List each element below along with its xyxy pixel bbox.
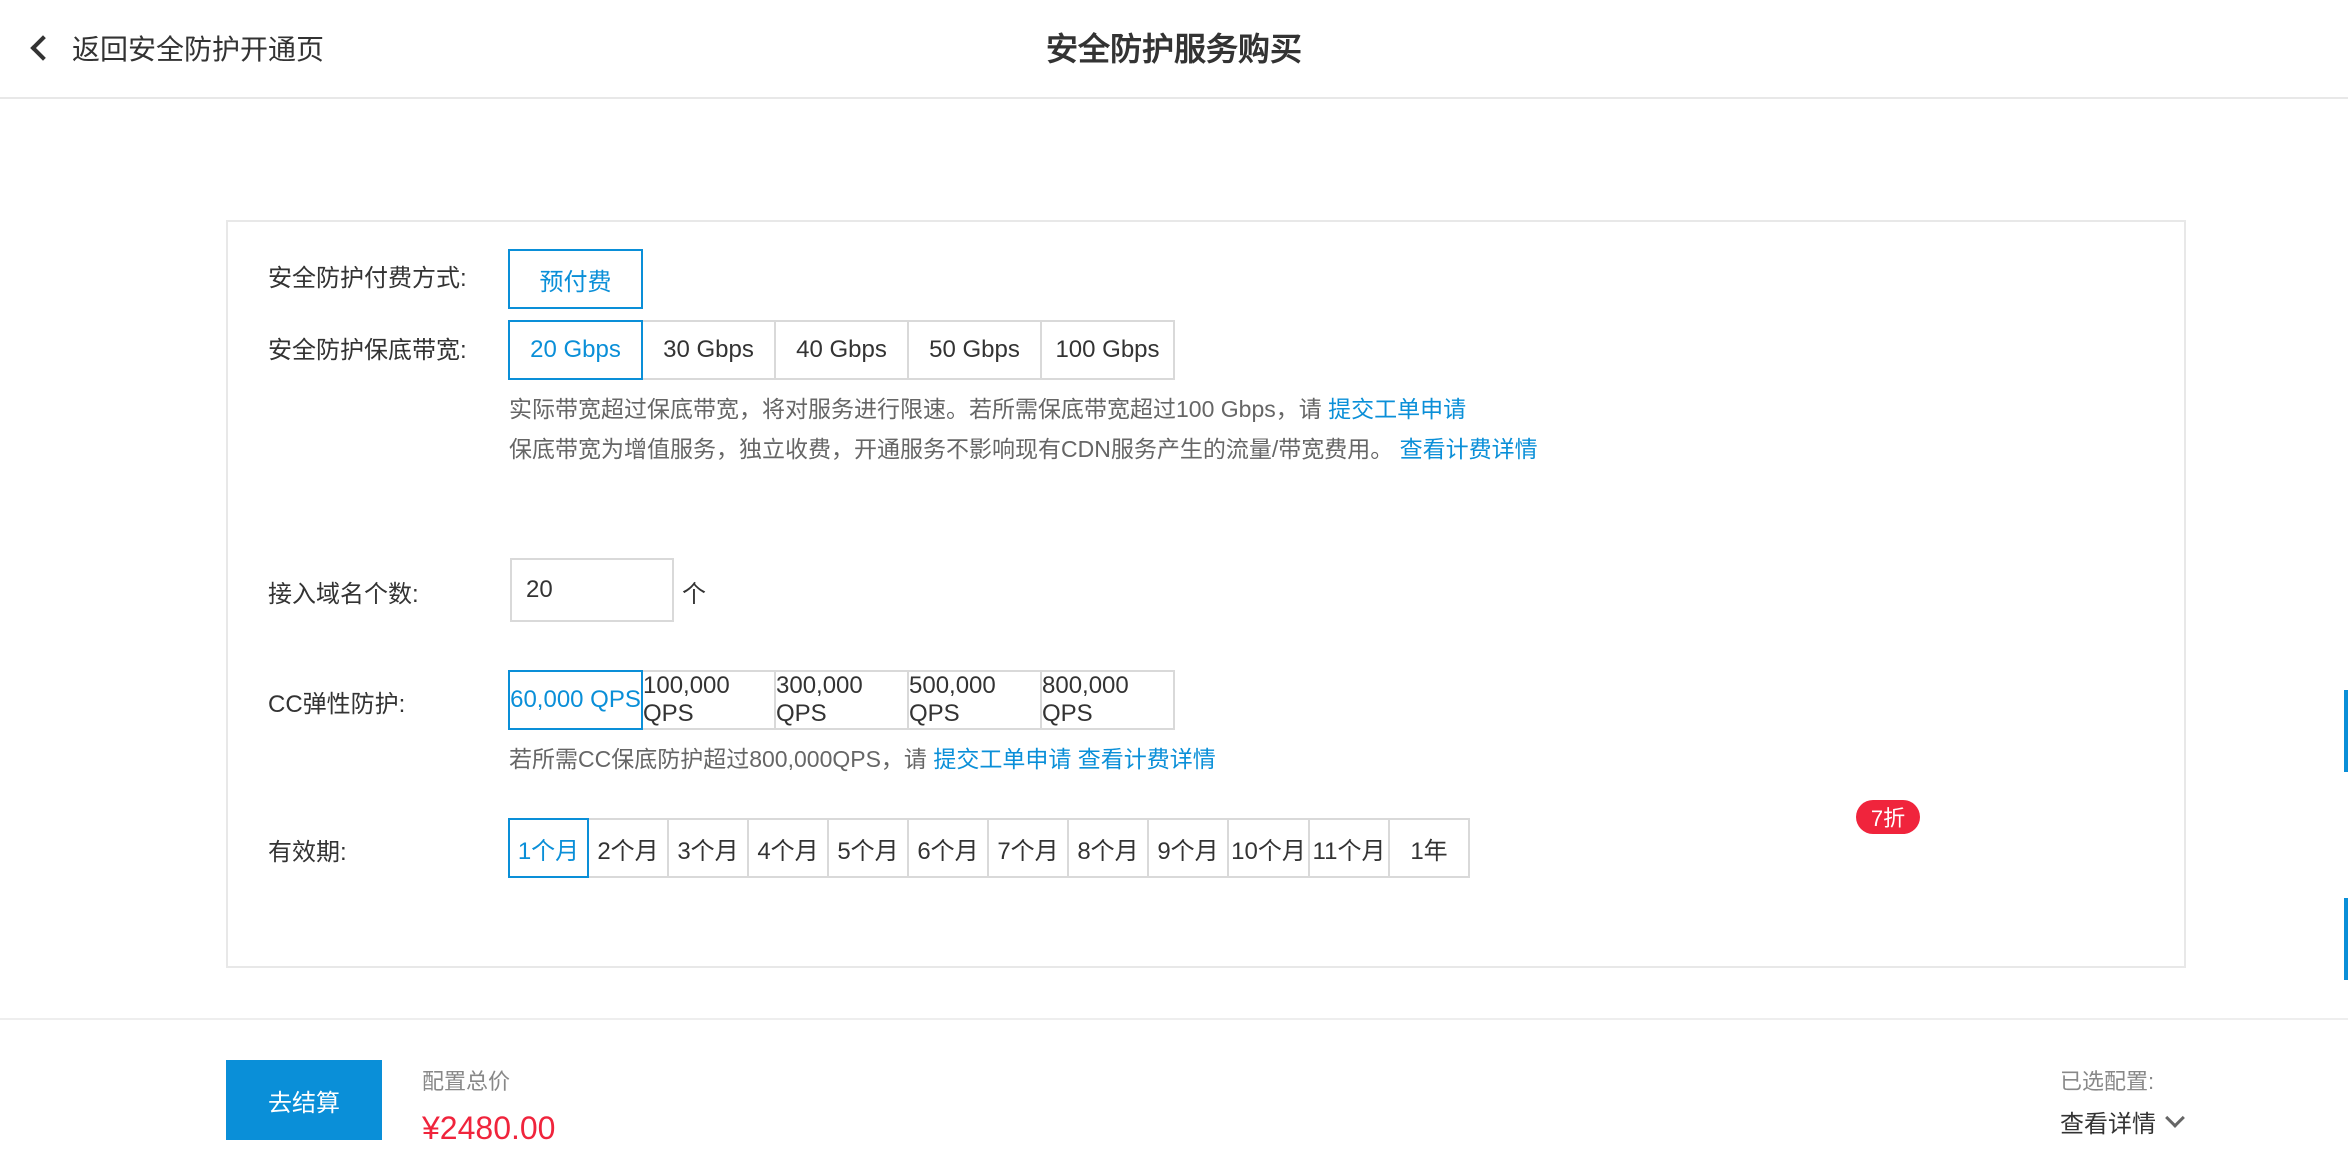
cc-option[interactable]: 60,000 QPS [508, 670, 643, 730]
bandwidth-option[interactable]: 50 Gbps [907, 320, 1042, 380]
selected-config-label: 已选配置: [2060, 1069, 2155, 1094]
validity-option[interactable]: 1个月 [508, 818, 589, 878]
checkout-button[interactable]: 去结算 [226, 1060, 382, 1140]
scroll-edge-marker [2344, 898, 2348, 980]
discount-badge: 7折 [1856, 800, 1920, 834]
main-content: 安全防护付费方式: 预付费 安全防护保底带宽: 20 Gbps 30 Gbps … [0, 99, 2348, 1018]
cc-option[interactable]: 500,000 QPS [907, 670, 1042, 730]
domain-count-unit: 个 [682, 581, 706, 608]
bandwidth-option[interactable]: 20 Gbps [508, 320, 643, 380]
domain-count-input[interactable] [510, 558, 674, 622]
validity-option[interactable]: 9个月 [1147, 818, 1229, 878]
payment-label: 安全防护付费方式: [268, 265, 467, 292]
bandwidth-label: 安全防护保底带宽: [268, 337, 467, 364]
validity-option[interactable]: 4个月 [747, 818, 829, 878]
validity-option[interactable]: 6个月 [907, 818, 989, 878]
cc-protection-label: CC弹性防护: [268, 691, 406, 718]
cc-submit-ticket-link[interactable]: 提交工单申请 [933, 746, 1071, 772]
bandwidth-option[interactable]: 30 Gbps [641, 320, 776, 380]
cc-option[interactable]: 300,000 QPS [774, 670, 909, 730]
cc-note: 若所需CC保底防护超过800,000QPS，请 提交工单申请 查看计费详情 [509, 740, 1216, 774]
cc-option[interactable]: 800,000 QPS [1040, 670, 1175, 730]
submit-ticket-link[interactable]: 提交工单申请 [1328, 396, 1466, 422]
cc-view-billing-link[interactable]: 查看计费详情 [1078, 746, 1216, 772]
top-bar: 返回安全防护开通页 安全防护服务购买 [0, 0, 2348, 99]
chevron-down-icon [2165, 1107, 2185, 1128]
payment-option-prepaid[interactable]: 预付费 [508, 249, 643, 309]
domain-count-label: 接入域名个数: [268, 581, 419, 608]
cc-note-text: 若所需CC保底防护超过800,000QPS，请 [509, 746, 934, 772]
validity-option[interactable]: 2个月 [587, 818, 669, 878]
validity-option[interactable]: 5个月 [827, 818, 909, 878]
validity-option[interactable]: 11个月 [1308, 818, 1390, 878]
bandwidth-note-1: 实际带宽超过保底带宽，将对服务进行限速。若所需保底带宽超过100 Gbps，请 … [509, 390, 1466, 424]
bandwidth-note-2-text: 保底带宽为增值服务，独立收费，开通服务不影响现有CDN服务产生的流量/带宽费用。 [509, 436, 1400, 462]
validity-option[interactable]: 10个月 [1227, 818, 1310, 878]
validity-option[interactable]: 1年 [1388, 818, 1470, 878]
bandwidth-option[interactable]: 100 Gbps [1040, 320, 1175, 380]
validity-label: 有效期: [268, 839, 347, 866]
view-billing-link[interactable]: 查看计费详情 [1400, 436, 1538, 462]
validity-option[interactable]: 7个月 [987, 818, 1069, 878]
page-title: 安全防护服务购买 [1045, 31, 1302, 67]
view-details-toggle[interactable]: 查看详情 [2060, 1104, 2185, 1139]
validity-option[interactable]: 8个月 [1067, 818, 1149, 878]
scroll-edge-marker [2344, 690, 2348, 772]
config-panel: 安全防护付费方式: 预付费 安全防护保底带宽: 20 Gbps 30 Gbps … [226, 220, 2186, 968]
cc-option[interactable]: 100,000 QPS [641, 670, 776, 730]
bandwidth-note-2: 保底带宽为增值服务，独立收费，开通服务不影响现有CDN服务产生的流量/带宽费用。… [509, 430, 1538, 464]
total-price-label: 配置总价 [422, 1069, 511, 1094]
view-details-label: 查看详情 [2060, 1111, 2156, 1138]
bandwidth-note-1-text: 实际带宽超过保底带宽，将对服务进行限速。若所需保底带宽超过100 Gbps，请 [509, 396, 1329, 422]
total-price: ¥2480.00 [422, 1110, 556, 1146]
validity-option[interactable]: 3个月 [667, 818, 749, 878]
bandwidth-option[interactable]: 40 Gbps [774, 320, 909, 380]
footer-bar: 去结算 配置总价 ¥2480.00 已选配置: 查看详情 [0, 1018, 2348, 1162]
